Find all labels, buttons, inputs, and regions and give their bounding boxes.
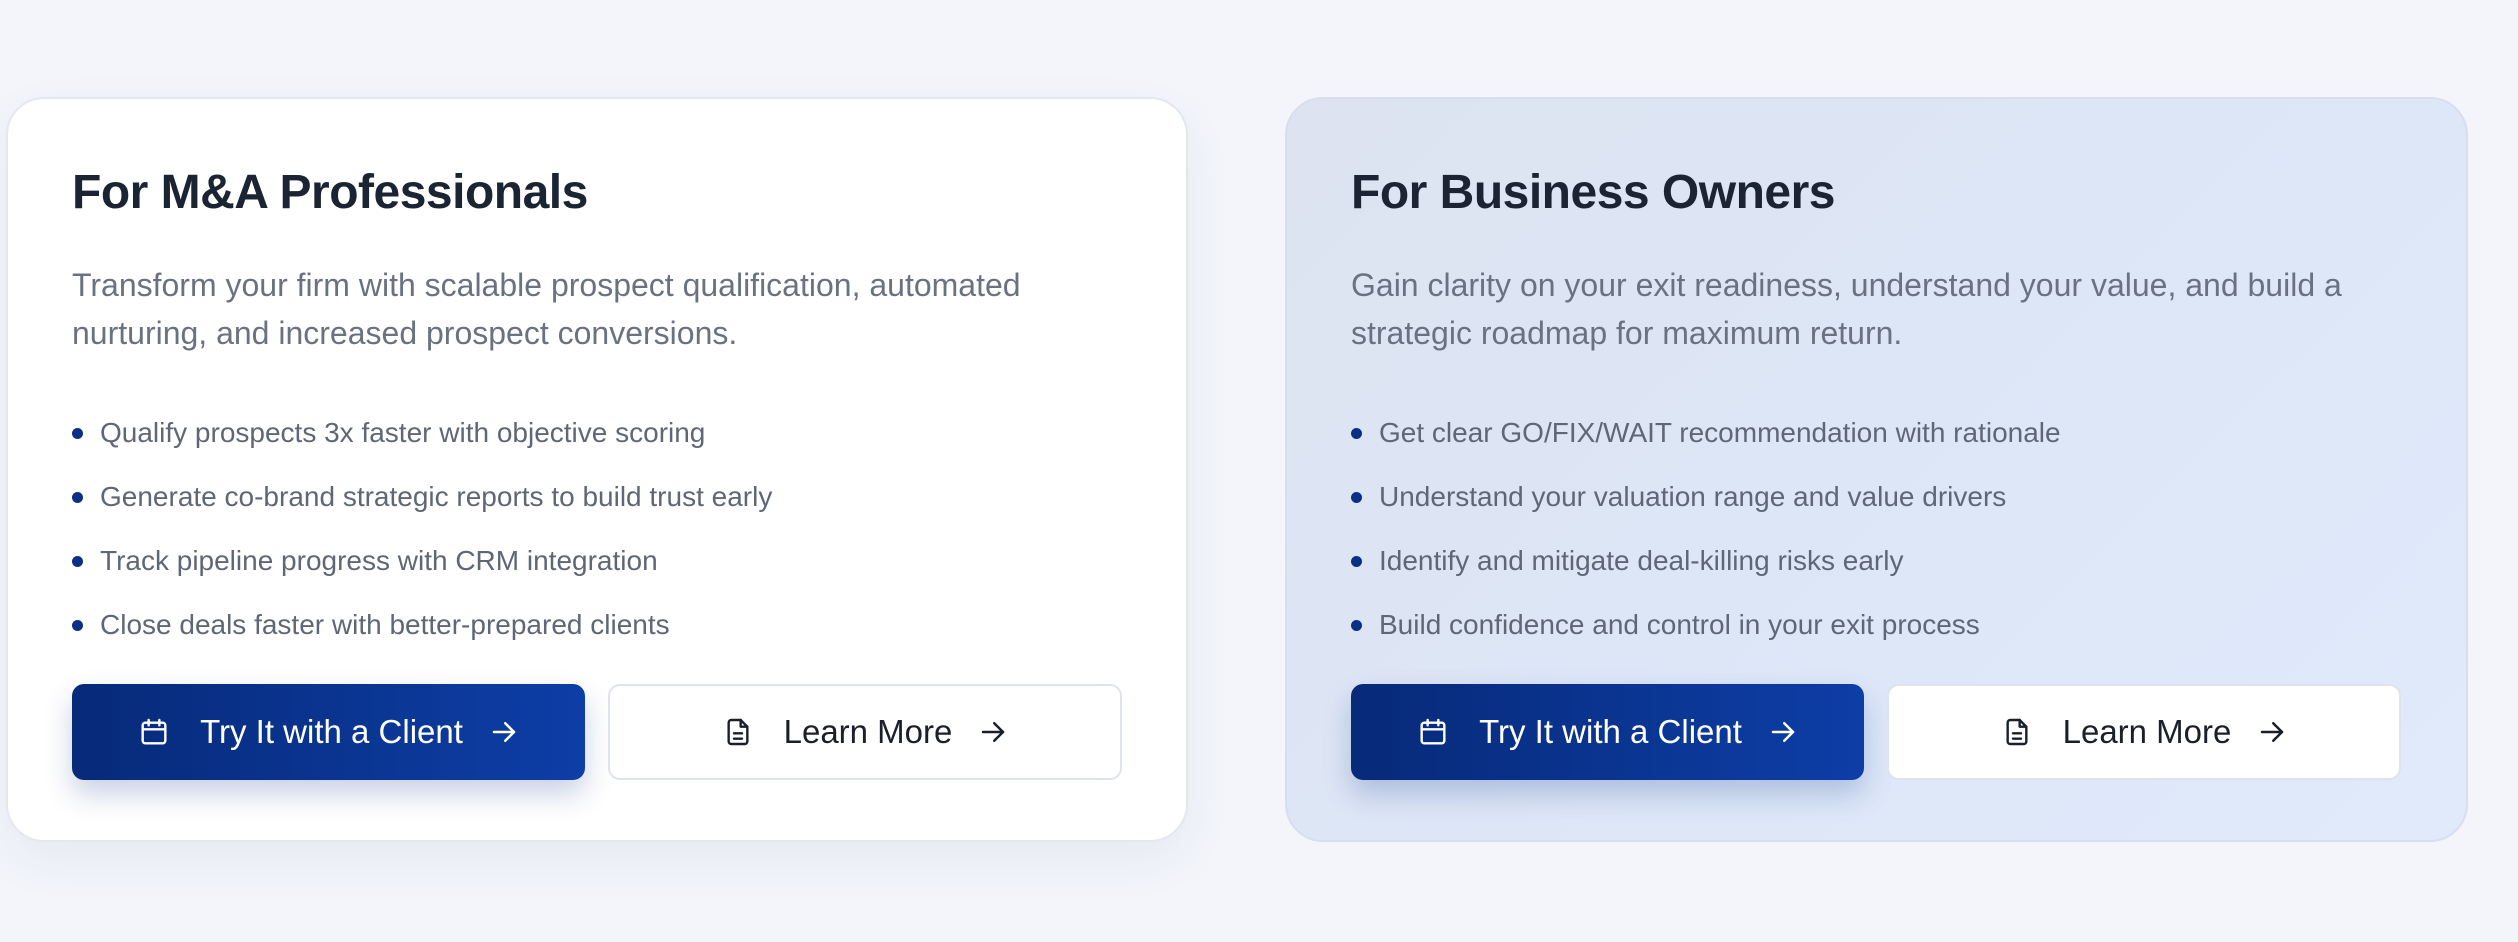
business-owners-card: For Business Owners Gain clarity on your…	[1285, 97, 2468, 842]
benefits-list: Get clear GO/FIX/WAIT recommendation wit…	[1351, 401, 2061, 657]
card-title: For Business Owners	[1351, 166, 1835, 219]
bullet-dot	[72, 555, 83, 567]
document-icon	[722, 716, 754, 748]
button-label: Learn More	[783, 713, 953, 750]
bullet-text: Generate co-brand strategic reports to b…	[100, 481, 773, 512]
list-item: Identify and mitigate deal-killing risks…	[1351, 529, 2061, 593]
try-it-with-client-button[interactable]: Try It with a Client	[72, 684, 585, 780]
bullet-dot	[72, 619, 83, 631]
bullet-dot	[1351, 427, 1362, 439]
calendar-icon	[1417, 716, 1449, 748]
bullet-text: Get clear GO/FIX/WAIT recommendation wit…	[1379, 417, 2061, 448]
list-item: Understand your valuation range and valu…	[1351, 465, 2061, 529]
ma-professionals-card: For M&A Professionals Transform your fir…	[6, 97, 1188, 842]
bullet-text: Qualify prospects 3x faster with objecti…	[100, 417, 706, 448]
learn-more-button[interactable]: Learn More	[1887, 684, 2401, 780]
arrow-right-icon	[489, 717, 519, 747]
bullet-dot	[1351, 555, 1362, 567]
list-item: Close deals faster with better-prepared …	[72, 593, 772, 657]
list-item: Build confidence and control in your exi…	[1351, 593, 2061, 657]
list-item: Generate co-brand strategic reports to b…	[72, 465, 772, 529]
bullet-text: Understand your valuation range and valu…	[1379, 481, 2007, 512]
list-item: Get clear GO/FIX/WAIT recommendation wit…	[1351, 401, 2061, 465]
try-it-with-client-button[interactable]: Try It with a Client	[1351, 684, 1864, 780]
card-description: Transform your firm with scalable prospe…	[72, 267, 1021, 351]
bullet-dot	[72, 491, 83, 503]
document-icon	[2001, 716, 2033, 748]
arrow-right-icon	[1768, 717, 1798, 747]
bullet-text: Identify and mitigate deal-killing risks…	[1379, 545, 1904, 576]
arrow-right-icon	[2257, 717, 2287, 747]
card-title: For M&A Professionals	[72, 166, 588, 219]
button-label: Learn More	[2062, 713, 2232, 750]
bullet-text: Track pipeline progress with CRM integra…	[100, 545, 658, 576]
bullet-dot	[1351, 619, 1362, 631]
bullet-text: Build confidence and control in your exi…	[1379, 609, 1980, 640]
arrow-right-icon	[978, 717, 1008, 747]
bullet-text: Close deals faster with better-prepared …	[100, 609, 670, 640]
calendar-icon	[138, 716, 170, 748]
button-label: Try It with a Client	[1479, 713, 1742, 750]
bullet-dot	[1351, 491, 1362, 503]
list-item: Track pipeline progress with CRM integra…	[72, 529, 772, 593]
benefits-list: Qualify prospects 3x faster with objecti…	[72, 401, 772, 657]
learn-more-button[interactable]: Learn More	[608, 684, 1122, 780]
button-label: Try It with a Client	[200, 713, 463, 750]
list-item: Qualify prospects 3x faster with objecti…	[72, 401, 772, 465]
card-description: Gain clarity on your exit readiness, und…	[1351, 267, 2342, 351]
bullet-dot	[72, 427, 83, 439]
